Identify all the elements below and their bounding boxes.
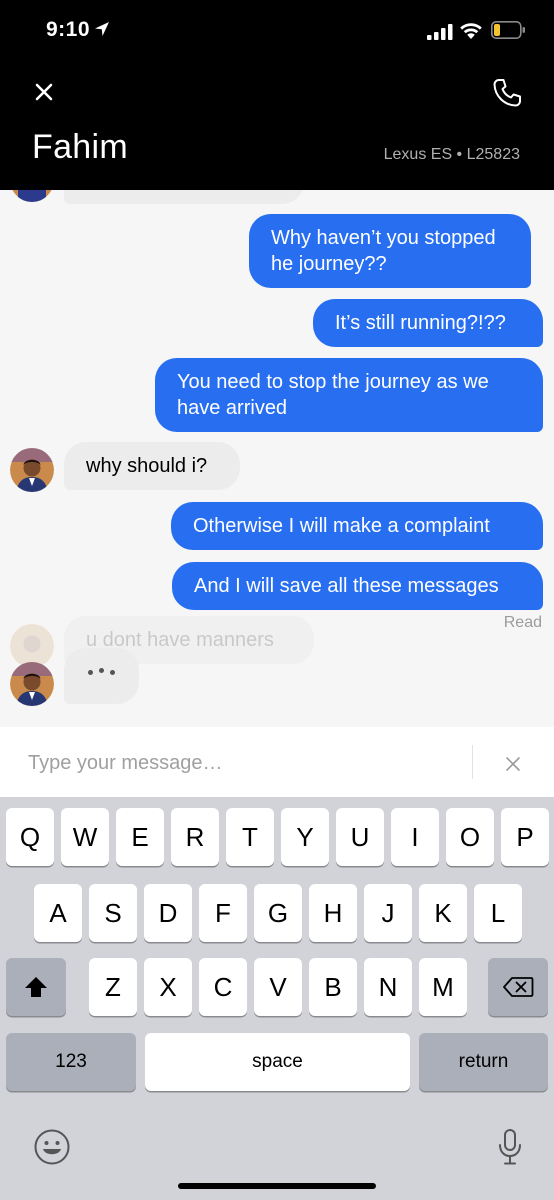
- phone-call-icon[interactable]: [490, 76, 524, 110]
- key-f[interactable]: F: [199, 884, 247, 942]
- read-receipt: Read: [503, 614, 542, 631]
- key-t[interactable]: T: [226, 808, 274, 866]
- key-o[interactable]: O: [446, 808, 494, 866]
- typing-indicator: [64, 648, 139, 704]
- message-bubble-outgoing: Otherwise I will make a complaint: [171, 502, 543, 550]
- status-time: 9:10: [46, 18, 91, 41]
- message-composer: [0, 727, 554, 797]
- key-b[interactable]: B: [309, 958, 357, 1016]
- numbers-key[interactable]: 123: [6, 1033, 136, 1091]
- driver-avatar: [10, 448, 54, 492]
- key-p[interactable]: P: [501, 808, 549, 866]
- key-w[interactable]: W: [61, 808, 109, 866]
- key-j[interactable]: J: [364, 884, 412, 942]
- contact-name: Fahim: [32, 128, 128, 166]
- location-arrow-icon: [95, 22, 109, 36]
- wifi-icon: [460, 23, 482, 39]
- typing-dot: [99, 668, 104, 673]
- chat-thread[interactable]: Why haven’t you stopped he journey?? It’…: [0, 190, 554, 727]
- close-icon[interactable]: [30, 78, 58, 106]
- clear-icon[interactable]: [503, 754, 523, 774]
- keyboard: Q W E R T Y U I O P A S D F G H J K L Z …: [0, 797, 554, 1200]
- key-y[interactable]: Y: [281, 808, 329, 866]
- composer-divider: [472, 745, 473, 779]
- key-d[interactable]: D: [144, 884, 192, 942]
- message-input[interactable]: [28, 747, 448, 779]
- message-bubble-outgoing: It’s still running?!??: [313, 299, 543, 347]
- cellular-signal-icon: [427, 24, 453, 40]
- key-e[interactable]: E: [116, 808, 164, 866]
- typing-dot: [88, 670, 93, 675]
- key-i[interactable]: I: [391, 808, 439, 866]
- typing-dot: [110, 670, 115, 675]
- driver-avatar: [10, 662, 54, 706]
- vehicle-info: Lexus ES • L25823: [383, 146, 520, 163]
- key-c[interactable]: C: [199, 958, 247, 1016]
- key-q[interactable]: Q: [6, 808, 54, 866]
- key-n[interactable]: N: [364, 958, 412, 1016]
- backspace-key[interactable]: [488, 958, 548, 1016]
- chat-header: Fahim Lexus ES • L25823: [0, 62, 554, 190]
- return-key[interactable]: return: [419, 1033, 548, 1091]
- key-u[interactable]: U: [336, 808, 384, 866]
- home-indicator[interactable]: [178, 1183, 376, 1189]
- backspace-icon: [503, 977, 534, 997]
- space-key[interactable]: space: [145, 1033, 410, 1091]
- key-v[interactable]: V: [254, 958, 302, 1016]
- key-a[interactable]: A: [34, 884, 82, 942]
- key-l[interactable]: L: [474, 884, 522, 942]
- key-r[interactable]: R: [171, 808, 219, 866]
- key-s[interactable]: S: [89, 884, 137, 942]
- driver-avatar: [10, 190, 54, 202]
- key-h[interactable]: H: [309, 884, 357, 942]
- key-x[interactable]: X: [144, 958, 192, 1016]
- message-bubble-outgoing: You need to stop the journey as we have …: [155, 358, 543, 432]
- key-k[interactable]: K: [419, 884, 467, 942]
- key-z[interactable]: Z: [89, 958, 137, 1016]
- shift-icon: [25, 977, 47, 997]
- status-bar: 9:10: [0, 0, 554, 62]
- emoji-icon[interactable]: [33, 1128, 71, 1166]
- microphone-icon[interactable]: [497, 1127, 523, 1167]
- key-g[interactable]: G: [254, 884, 302, 942]
- message-bubble-incoming: why should i?: [64, 442, 240, 490]
- key-m[interactable]: M: [419, 958, 467, 1016]
- message-bubble-outgoing: And I will save all these messages: [172, 562, 543, 610]
- message-bubble-outgoing: Why haven’t you stopped he journey??: [249, 214, 531, 288]
- battery-icon: [491, 21, 525, 39]
- shift-key[interactable]: [6, 958, 66, 1016]
- previous-incoming-bubble: [64, 190, 304, 204]
